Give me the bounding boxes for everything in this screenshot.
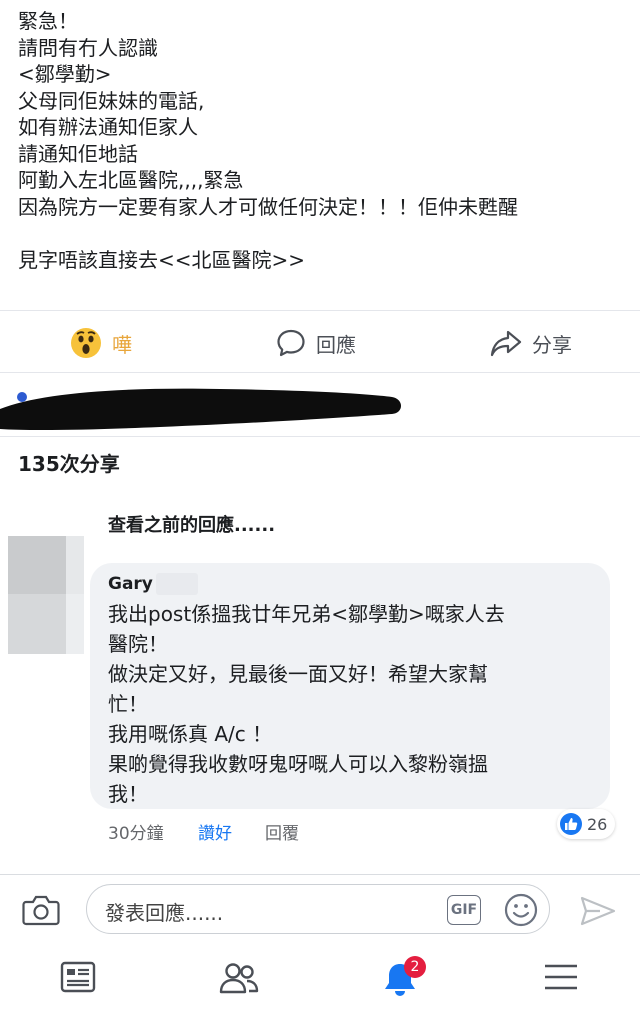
friends-icon[interactable] [218, 960, 260, 996]
post-line: 見字唔該直接去<<北區醫院>> [18, 247, 306, 272]
view-previous-comments-link[interactable]: 查看之前的回應...... [108, 511, 275, 537]
post-line: 緊急！ [18, 9, 78, 33]
shares-count[interactable]: 135次分享 [18, 448, 120, 477]
comment-label: 回應 [316, 332, 356, 357]
post-line: <鄒學勤> [18, 62, 112, 86]
post-line: 阿勤入左北區醫院,,,,緊急 [18, 168, 244, 192]
post-actions: 嘩 回應 分享 [0, 318, 640, 368]
divider [0, 372, 640, 373]
divider [0, 436, 640, 437]
comment-icon [277, 329, 305, 357]
post-text: 緊急！ 請問有冇人認識 <鄒學勤> 父母同佢妹妹的電話, 如有辦法通知佢家人 請… [18, 8, 628, 273]
emoji-icon[interactable] [504, 893, 538, 927]
comment-line: 做決定又好，見最後一面又好！希望大家幫 [108, 662, 488, 686]
like-comment-button[interactable]: 讚好 [198, 819, 232, 844]
share-label: 分享 [532, 332, 572, 357]
post-line: 請問有冇人認識 [18, 35, 158, 60]
comment-like-count[interactable]: 26 [557, 809, 615, 839]
gif-button[interactable]: GIF [447, 895, 481, 925]
post-line: 請通知佢地話 [18, 141, 138, 166]
comment-line: 忙！ [108, 692, 148, 716]
wow-reaction-button[interactable]: 嘩 [70, 318, 132, 368]
share-button[interactable]: 分享 [490, 318, 572, 368]
thumbs-up-icon [560, 813, 582, 835]
comment-author[interactable]: Gary [108, 574, 153, 594]
like-count-value: 26 [587, 814, 608, 834]
comment-line: 果啲覺得我收數呀鬼呀嘅人可以入黎粉嶺搵 [108, 752, 488, 776]
comment-text: 我出post係搵我廿年兄弟<鄒學勤>嘅家人去 醫院！ 做決定又好，見最後一面又好… [108, 599, 598, 809]
post-line [18, 220, 628, 247]
send-icon[interactable] [580, 895, 616, 927]
wow-emoji-icon [71, 328, 101, 358]
comment-timestamp: 30分鐘 [108, 824, 164, 844]
post-line: 父母同佢妹妹的電話, [18, 88, 205, 113]
wow-label: 嘩 [112, 332, 132, 357]
comment-line: 醫院！ [108, 632, 168, 656]
avatar[interactable] [8, 536, 84, 654]
redaction-scribble [0, 388, 401, 431]
comment-composer: 發表回應...... GIF [0, 874, 640, 945]
comment-line: 我用嘅係真 A/c ！ [108, 722, 273, 746]
news-feed-icon[interactable] [60, 960, 96, 994]
share-arrow-icon [490, 330, 522, 357]
bottom-tab-bar: 2 [0, 950, 640, 1014]
comment-line: 我出post係搵我廿年兄弟<鄒學勤>嘅家人去 [108, 602, 505, 626]
comment-button[interactable]: 回應 [276, 318, 356, 368]
notification-badge: 2 [404, 956, 426, 978]
post-line: 如有辦法通知佢家人 [18, 115, 198, 139]
menu-icon[interactable] [543, 960, 579, 994]
comment-line: 我！ [108, 782, 148, 806]
notifications-tab[interactable]: 2 [382, 956, 426, 1002]
redacted-name [156, 573, 198, 595]
divider [0, 310, 640, 311]
camera-icon[interactable] [22, 894, 60, 926]
post-line: 因為院方一定要有家人才可做任何決定！！！佢仲未甦醒 [18, 194, 518, 219]
comment-bubble: Gary 我出post係搵我廿年兄弟<鄒學勤>嘅家人去 醫院！ 做決定又好，見最… [90, 563, 610, 809]
comment-input-placeholder: 發表回應...... [105, 901, 224, 925]
reply-comment-button[interactable]: 回覆 [265, 819, 299, 844]
